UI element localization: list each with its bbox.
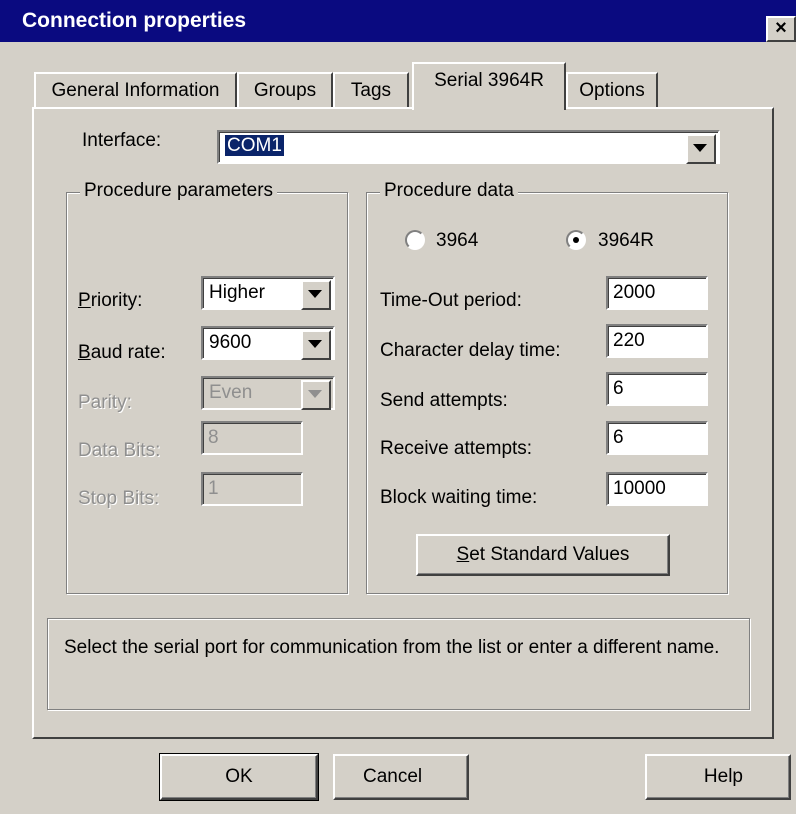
stop-bits-value: 1 (208, 478, 219, 499)
parity-dropdown-button (301, 380, 331, 410)
tab-groups[interactable]: Groups (237, 72, 333, 108)
procedure-data-legend: Procedure data (380, 180, 518, 202)
priority-combobox[interactable]: Higher (201, 276, 335, 310)
window-title: Connection properties (22, 9, 247, 32)
send-attempts-field[interactable]: 6 (606, 372, 708, 406)
receive-attempts-field[interactable]: 6 (606, 421, 708, 455)
timeout-field[interactable]: 2000 (606, 276, 708, 310)
tab-tags[interactable]: Tags (333, 72, 409, 108)
timeout-label: Time-Out period: (380, 290, 522, 311)
chevron-down-icon (308, 290, 322, 298)
close-button[interactable]: × (766, 16, 796, 42)
char-delay-value: 220 (613, 330, 645, 351)
set-standard-values-button[interactable]: Set Standard Values (416, 534, 670, 576)
procedure-parameters-legend: Procedure parameters (80, 180, 278, 202)
chevron-down-icon (308, 340, 322, 348)
block-wait-value: 10000 (613, 478, 666, 499)
receive-attempts-value: 6 (613, 427, 624, 448)
baud-rate-combobox[interactable]: 9600 (201, 326, 335, 360)
block-wait-field[interactable]: 10000 (606, 472, 708, 506)
interface-value: COM1 (224, 134, 285, 157)
timeout-value: 2000 (613, 282, 656, 303)
baud-rate-dropdown-button[interactable] (301, 330, 331, 360)
char-delay-field[interactable]: 220 (606, 324, 708, 358)
title-bar: Connection properties (0, 0, 796, 42)
radio-3964[interactable] (405, 230, 425, 250)
hint-text: Select the serial port for communication… (47, 618, 750, 710)
help-button[interactable]: Help (645, 754, 791, 800)
stop-bits-field: 1 (201, 472, 303, 506)
close-icon: × (775, 17, 787, 39)
priority-label: Priority: (78, 290, 143, 311)
radio-3964r-label: 3964R (598, 230, 654, 251)
send-attempts-value: 6 (613, 378, 624, 399)
data-bits-field: 8 (201, 421, 303, 455)
block-wait-label: Block waiting time: (380, 487, 538, 508)
data-bits-label: Data Bits: (78, 440, 161, 461)
parity-label: Parity: (78, 392, 132, 413)
send-attempts-label: Send attempts: (380, 390, 508, 411)
ok-button[interactable]: OK (159, 753, 319, 801)
chevron-down-icon (693, 144, 707, 152)
interface-label: Interface: (82, 130, 162, 151)
receive-attempts-label: Receive attempts: (380, 438, 533, 459)
radio-3964r[interactable] (566, 230, 586, 250)
interface-dropdown-button[interactable] (686, 134, 716, 164)
data-bits-value: 8 (208, 427, 219, 448)
stop-bits-label: Stop Bits: (78, 488, 160, 509)
priority-dropdown-button[interactable] (301, 280, 331, 310)
tab-options[interactable]: Options (566, 72, 658, 108)
tab-serial-3964r[interactable]: Serial 3964R (412, 62, 566, 110)
radio-3964-label: 3964 (436, 230, 479, 251)
cancel-button[interactable]: Cancel (333, 754, 469, 800)
interface-combobox[interactable]: COM1 (217, 130, 720, 164)
chevron-down-icon (308, 390, 322, 398)
char-delay-label: Character delay time: (380, 340, 561, 361)
tab-general-information[interactable]: General Information (34, 72, 237, 108)
radio-selected-dot (573, 237, 579, 243)
baud-rate-label: Baud rate: (78, 342, 166, 363)
parity-combobox: Even (201, 376, 335, 410)
